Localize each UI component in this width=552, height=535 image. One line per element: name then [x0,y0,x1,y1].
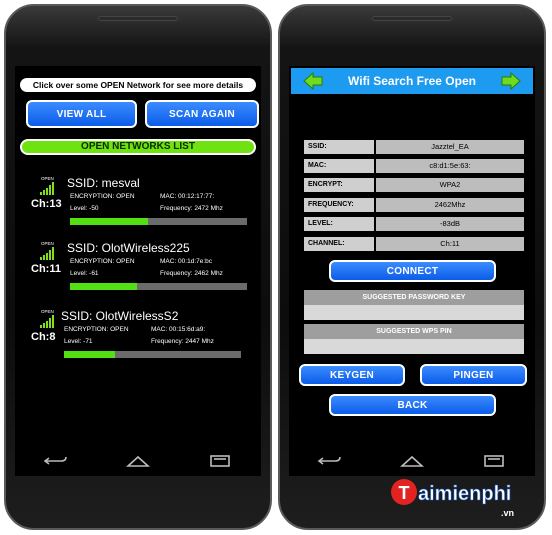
ssid-label: SSID: mesval [67,176,140,190]
back-nav-icon[interactable] [317,454,343,468]
mac-label: MAC: 00:12:17:77: [160,193,215,200]
encryption-label: ENCRYPTION: OPEN [70,258,135,265]
back-nav-icon[interactable] [43,454,69,468]
channel-value: Ch:11 [376,237,524,251]
open-label: OPEN [41,176,54,181]
signal-level-fill [64,351,116,358]
mac-label: MAC: 00:1d:7e:bc [160,258,213,265]
mac-key: MAC: [304,159,376,173]
mac-label: MAC: 00:15:6d:a9: [151,326,206,333]
level-label: Level: -50 [70,205,99,212]
connect-button[interactable]: CONNECT [329,260,496,282]
network-list-item[interactable]: OPEN Ch:13 SSID: mesval ENCRYPTION: OPEN… [15,176,261,236]
svg-text:aimienphi: aimienphi [418,483,511,505]
encrypt-value: WPA2 [376,178,524,192]
frequency-row: FREQUENCY: 2462Mhz [304,198,524,212]
suggested-wps-box: SUGGESTED WPS PIN [304,324,524,354]
frequency-label: Frequency: 2472 Mhz [160,205,223,212]
app-header: Wifi Search Free Open [291,68,533,94]
network-list-item[interactable]: OPEN Ch:8 SSID: OlotWirelessS2 ENCRYPTIO… [15,309,261,369]
signal-level-fill [70,283,138,290]
pingen-button[interactable]: PINGEN [420,364,527,386]
suggested-password-box: SUGGESTED PASSWORD KEY [304,290,524,320]
channel-label: Ch:11 [31,263,61,275]
level-label: Level: -61 [70,270,99,277]
level-value: -83dB [376,217,524,231]
encrypt-row: ENCRYPT: WPA2 [304,178,524,192]
level-label: Level: -71 [64,338,93,345]
encryption-label: ENCRYPTION: OPEN [70,193,135,200]
wifi-signal-icon [40,247,56,260]
recent-apps-nav-icon[interactable] [207,454,233,468]
level-key: LEVEL: [304,217,376,231]
left-screen: Click over some OPEN Network for see mor… [15,66,261,446]
mac-row: MAC: c8:d1:5e:63: [304,159,524,173]
suggested-wps-field[interactable] [304,339,524,354]
mac-value: c8:d1:5e:63: [376,159,524,173]
ssid-label: SSID: OlotWirelessS2 [61,309,179,323]
speaker-grille [372,16,452,21]
details-notice: Click over some OPEN Network for see mor… [20,78,256,92]
scan-again-button[interactable]: SCAN AGAIN [145,100,259,128]
suggested-password-label: SUGGESTED PASSWORD KEY [304,290,524,305]
back-button[interactable]: BACK [329,394,496,416]
frequency-key: FREQUENCY: [304,198,376,212]
keygen-button[interactable]: KEYGEN [299,364,405,386]
ssid-label: SSID: OlotWireless225 [67,241,190,255]
left-phone: Click over some OPEN Network for see mor… [4,4,272,530]
speaker-grille [98,16,178,21]
ssid-key: SSID: [304,140,376,154]
taimienphi-watermark: T aimienphi .vn [388,474,528,524]
signal-level-bar [64,351,241,358]
svg-text:T: T [399,483,410,503]
taimienphi-logo: T aimienphi .vn [391,479,514,518]
signal-level-fill [70,218,148,225]
frequency-value: 2462Mhz [376,198,524,212]
encrypt-key: ENCRYPT: [304,178,376,192]
wifi-signal-icon [40,315,56,328]
frequency-label: Frequency: 2462 Mhz [160,270,223,277]
ssid-value: Jazztel_EA [376,140,524,154]
home-nav-icon[interactable] [399,454,425,468]
suggested-wps-label: SUGGESTED WPS PIN [304,324,524,339]
signal-level-bar [70,218,247,225]
channel-row: CHANNEL: Ch:11 [304,237,524,251]
app-title: Wifi Search Free Open [348,74,476,88]
channel-key: CHANNEL: [304,237,376,251]
ssid-row: SSID: Jazztel_EA [304,140,524,154]
network-list-item[interactable]: OPEN Ch:11 SSID: OlotWireless225 ENCRYPT… [15,241,261,301]
open-label: OPEN [41,241,54,246]
arrow-left-icon[interactable] [303,71,323,91]
signal-level-bar [70,283,247,290]
right-screen: Wifi Search Free Open SSID: Jazztel_EA M… [289,66,535,446]
view-all-button[interactable]: VIEW ALL [26,100,137,128]
android-nav-bar [15,446,261,476]
encryption-label: ENCRYPTION: OPEN [64,326,129,333]
svg-text:.vn: .vn [501,508,514,518]
home-nav-icon[interactable] [125,454,151,468]
level-row: LEVEL: -83dB [304,217,524,231]
open-label: OPEN [41,309,54,314]
right-phone: Wifi Search Free Open SSID: Jazztel_EA M… [278,4,546,530]
arrow-right-icon[interactable] [501,71,521,91]
android-nav-bar [289,446,535,476]
suggested-password-field[interactable] [304,305,524,320]
open-networks-list-title: OPEN NETWORKS LIST [20,139,256,155]
channel-label: Ch:8 [31,331,56,343]
frequency-label: Frequency: 2447 Mhz [151,338,214,345]
channel-label: Ch:13 [31,198,62,210]
recent-apps-nav-icon[interactable] [481,454,507,468]
wifi-signal-icon [40,182,56,195]
